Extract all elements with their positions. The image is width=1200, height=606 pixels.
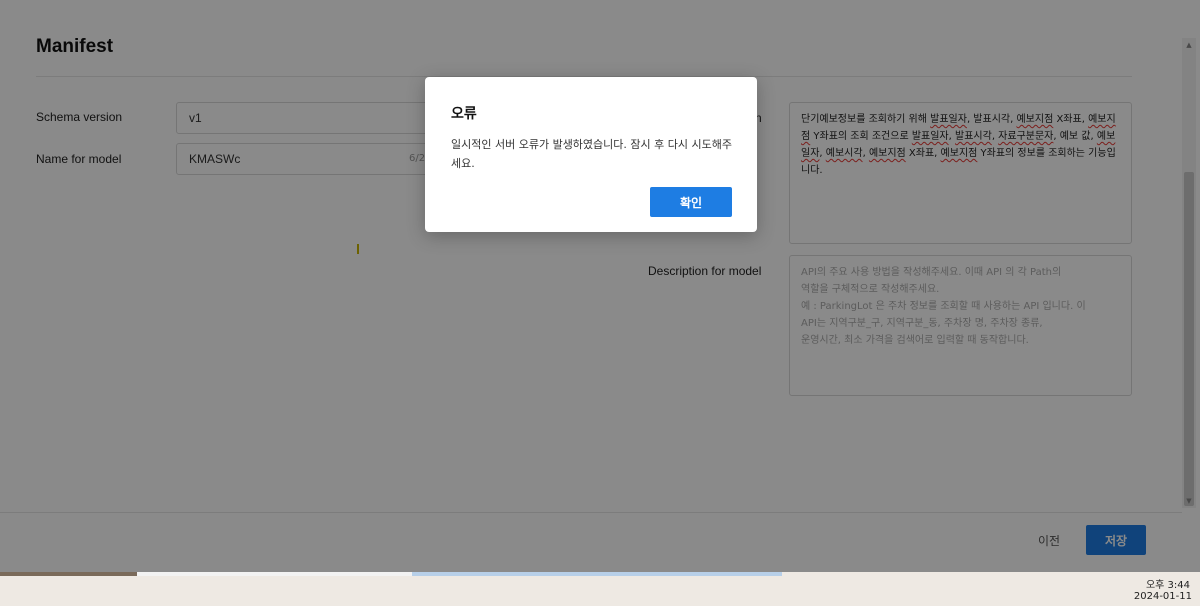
taskbar-window-preview[interactable]: [412, 572, 782, 576]
confirm-button[interactable]: 확인: [650, 187, 732, 217]
taskbar: 오후 3:44 2024-01-11: [0, 572, 1200, 606]
clock-date[interactable]: 2024-01-11: [1134, 591, 1192, 602]
dialog-message: 일시적인 서버 오류가 발생하였습니다. 잠시 후 다시 시도해주세요.: [451, 138, 732, 170]
taskbar-window-preview[interactable]: [137, 572, 412, 576]
taskbar-window-preview[interactable]: [0, 572, 137, 576]
dialog-title: 오류: [451, 106, 477, 122]
clock-time[interactable]: 오후 3:44: [1146, 576, 1190, 591]
error-dialog: 오류 일시적인 서버 오류가 발생하였습니다. 잠시 후 다시 시도해주세요. …: [425, 77, 757, 232]
manifest-page: Manifest Schema version v1 Name for mode…: [0, 0, 1200, 572]
